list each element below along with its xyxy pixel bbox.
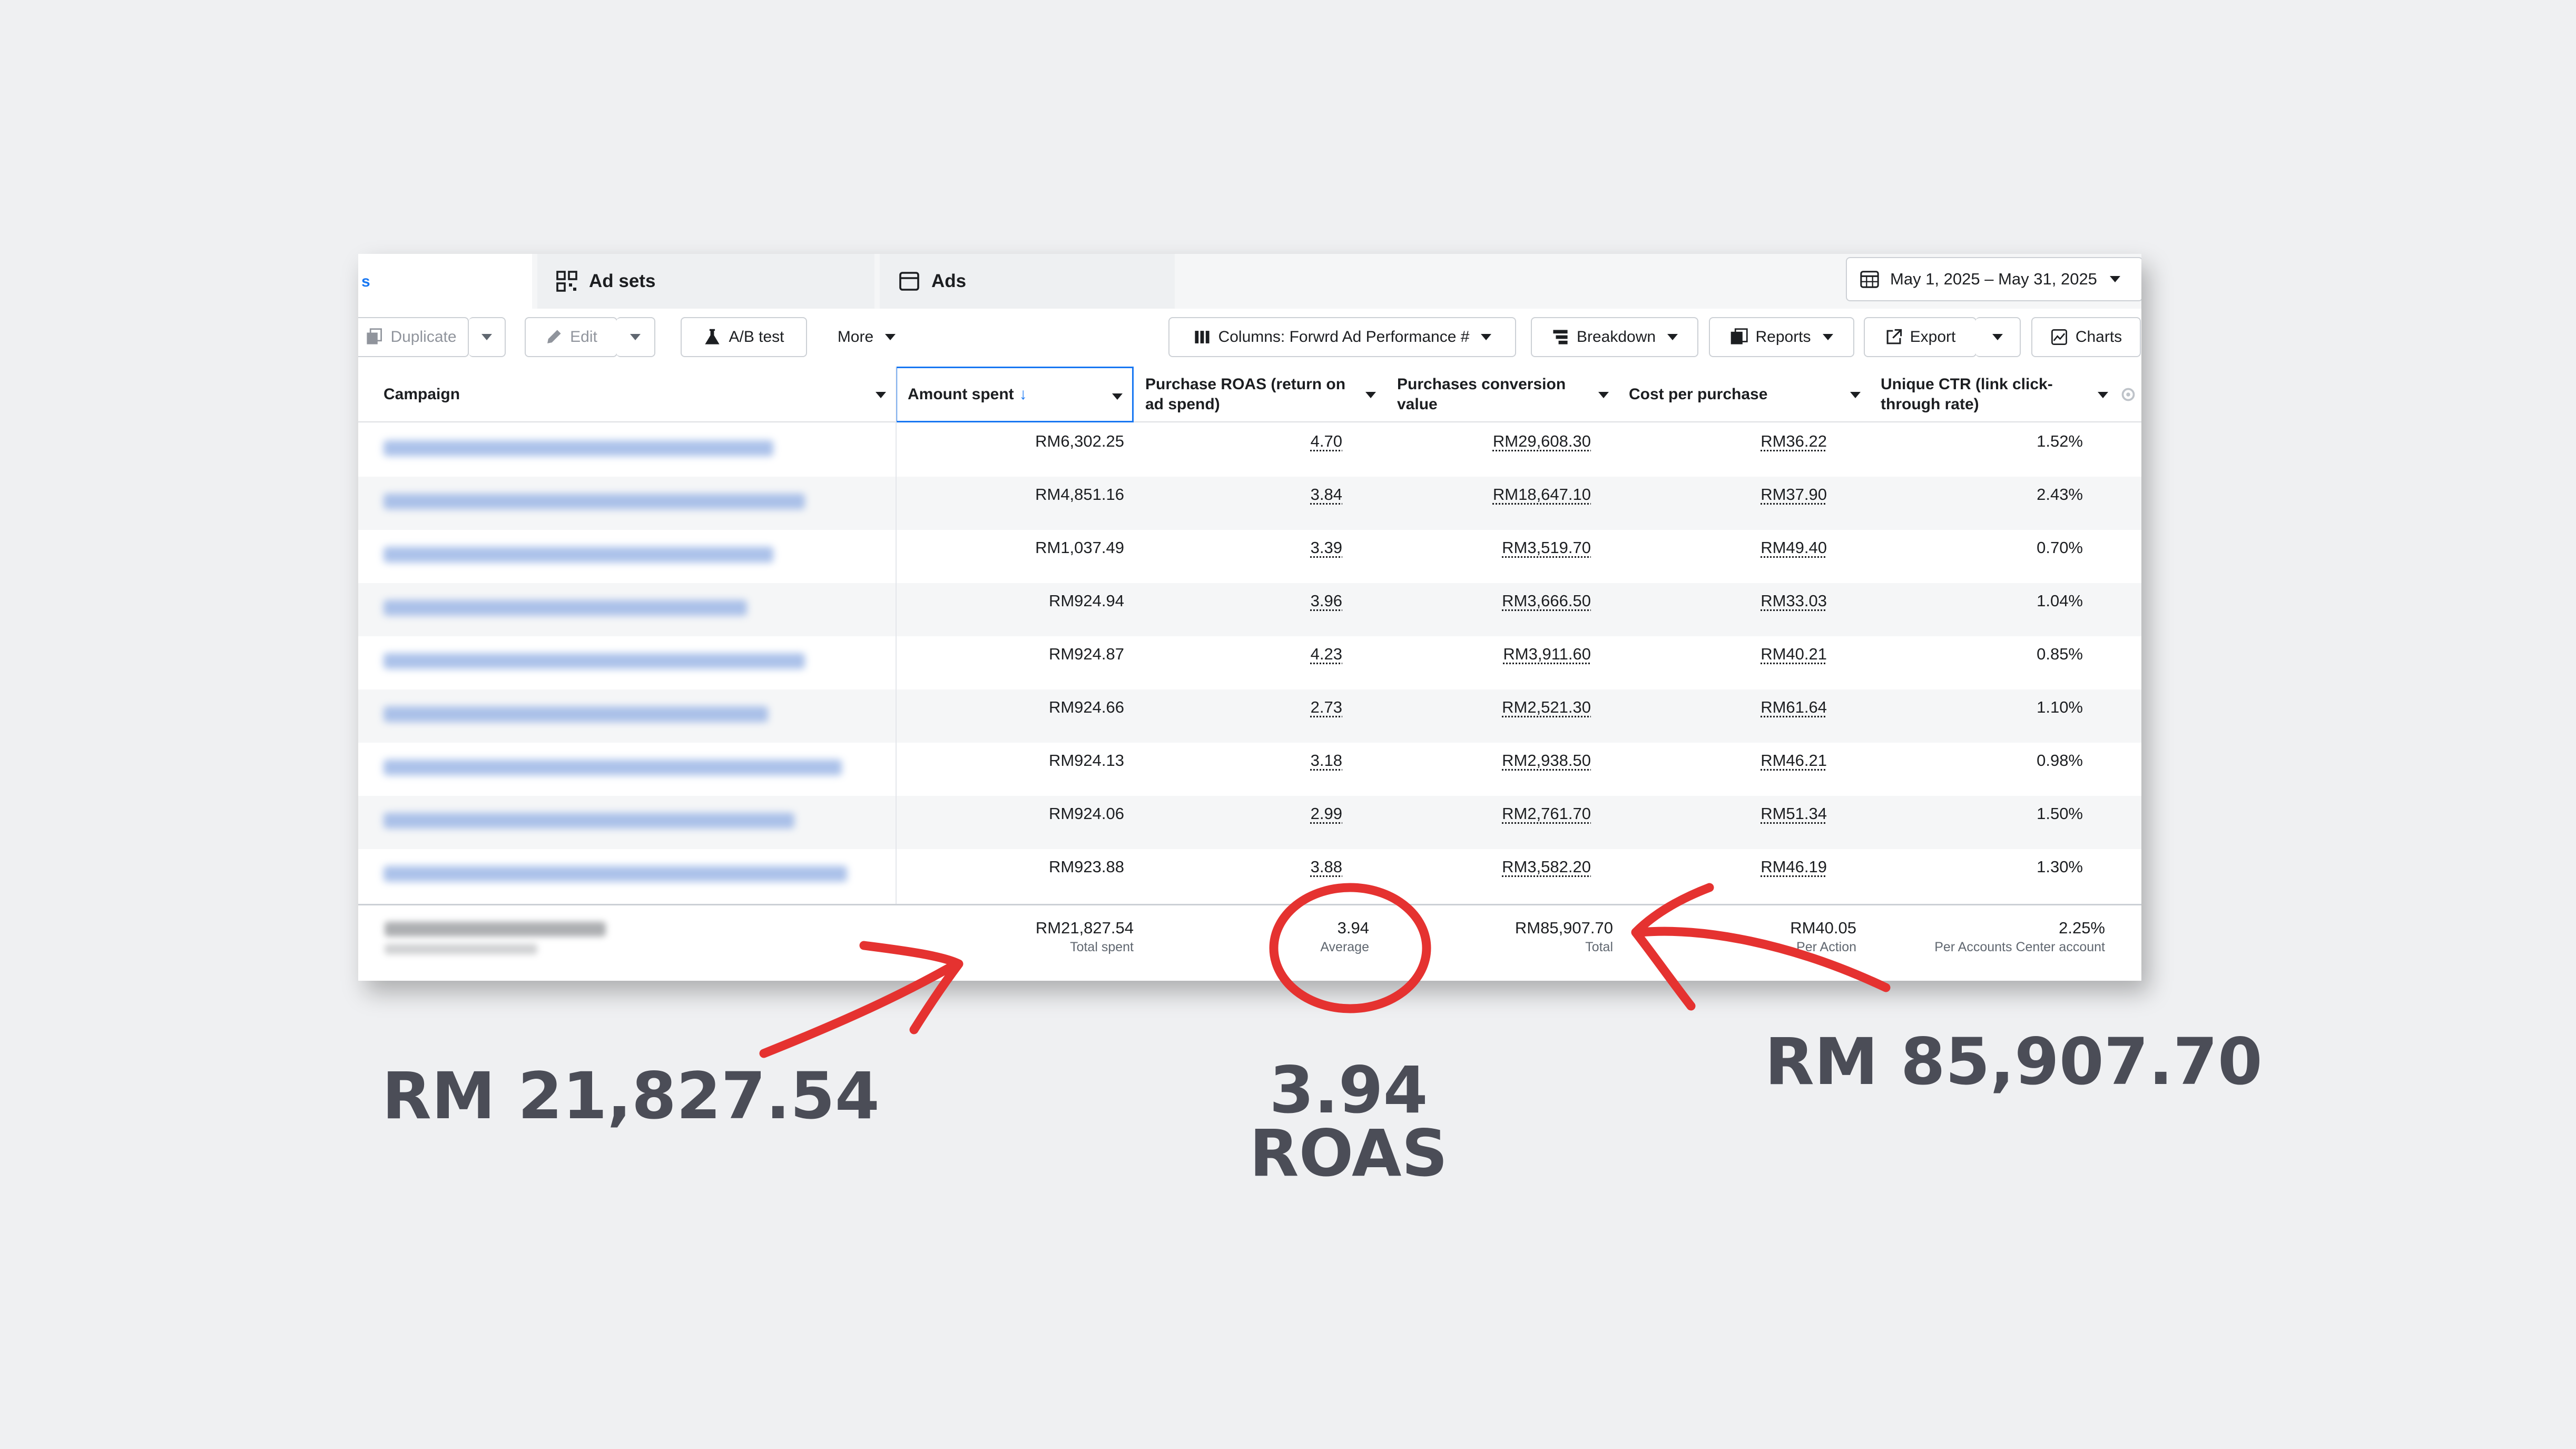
- annotation-roas-value: 3.94: [1269, 1053, 1428, 1128]
- arrow-to-value-shaft: [1636, 926, 1891, 992]
- annotation-roas: 3.94 ROAS: [1243, 1053, 1454, 1191]
- roas-highlight-circle: [1269, 883, 1431, 1013]
- arrow-to-value-head: [1631, 883, 1714, 1011]
- annotation-roas-word: ROAS: [1249, 1116, 1448, 1191]
- annotation-conversion-value: RM 85,907.70: [1765, 1024, 2263, 1099]
- annotation-layer: [759, 883, 1891, 1058]
- annotation-amount-spent: RM 21,827.54: [382, 1059, 880, 1133]
